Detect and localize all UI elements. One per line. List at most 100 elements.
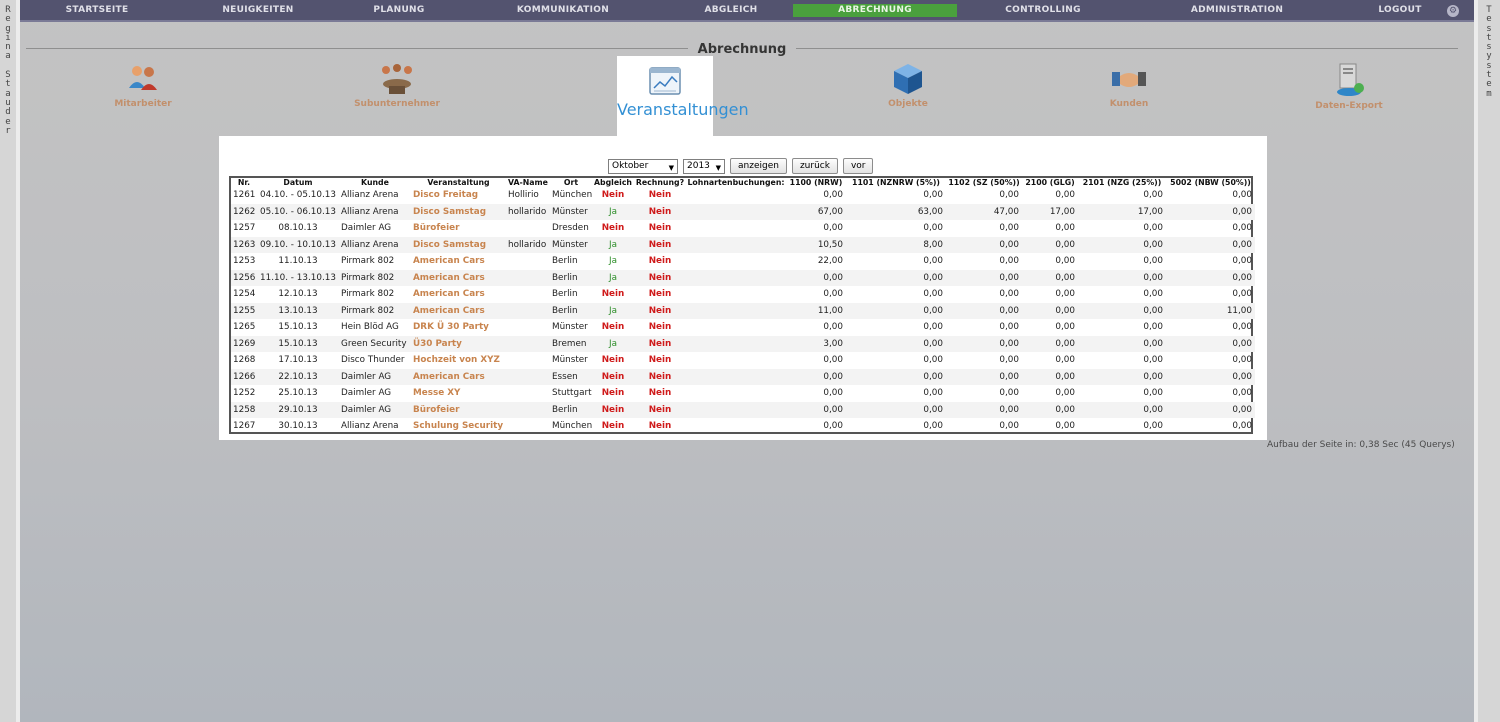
row-invoiced: Nein	[648, 223, 672, 234]
nav-abgleich[interactable]: ABGLEICH	[676, 4, 786, 17]
module-kunden[interactable]: Kunden	[1069, 62, 1189, 109]
module-label: Veranstaltungen	[617, 100, 749, 119]
row-event[interactable]: American Cars	[411, 302, 506, 319]
table-row[interactable]: 1262 05.10. - 06.10.13 Allianz Arena Disco …	[231, 203, 1255, 220]
row-event-name	[506, 368, 550, 385]
row-event-name	[506, 319, 550, 336]
row-customer: Disco Thunder	[341, 355, 405, 366]
table-row[interactable]: 1257 08.10.13 Daimler AG Bürofeier Dresden Ne…	[231, 220, 1255, 237]
row-event[interactable]: Ü30 Party	[411, 335, 506, 352]
row-event[interactable]: Disco Samstag	[411, 236, 506, 253]
column-header: Rechnung?	[635, 178, 685, 187]
row-value-5002: 0,00	[1166, 236, 1255, 253]
title-rule-right	[796, 48, 1458, 49]
settings-icon[interactable]: ⚙	[1447, 5, 1459, 17]
table-row[interactable]: 1269 15.10.13 Green Security Ü30 Party Breme…	[231, 335, 1255, 352]
row-value-1102: 0,00	[999, 223, 1019, 234]
module-mitarbeiter[interactable]: Mitarbeiter	[83, 62, 203, 109]
row-value-1102: 0,00	[999, 355, 1019, 366]
row-value-1100: 22,00	[817, 256, 843, 267]
row-customer: Pirmark 802	[339, 269, 411, 286]
nav-controlling[interactable]: CONTROLLING	[988, 4, 1098, 17]
row-value-2101: 0,00	[1143, 421, 1163, 432]
chevron-down-icon: ▼	[668, 163, 674, 172]
table-row[interactable]: 1263 09.10. - 10.10.13 Allianz Arena Disco …	[231, 236, 1255, 253]
row-event-name	[506, 401, 550, 418]
row-customer: Daimler AG	[339, 368, 411, 385]
back-button[interactable]: zurück	[791, 158, 838, 174]
row-value-1101: 0,00	[923, 190, 943, 201]
table-body: 1261 04.10. - 05.10.13 Allianz Arena Disco …	[231, 187, 1255, 435]
row-date: 11.10. - 13.10.13	[257, 269, 339, 286]
module-daten-export[interactable]: Daten-Export	[1289, 62, 1409, 111]
table-row[interactable]: 1268 17.10.13 Disco Thunder Hochzeit von XY…	[231, 352, 1255, 369]
row-event-name: Hollirio	[508, 190, 539, 201]
column-header: Datum	[283, 178, 313, 187]
row-event[interactable]: Schulung Security	[411, 418, 506, 435]
table-row[interactable]: 1252 25.10.13 Daimler AG Messe XY Stuttgart N…	[231, 385, 1255, 402]
row-invoiced: Nein	[648, 289, 672, 300]
table-row[interactable]: 1254 12.10.13 Pirmark 802 American Cars Berl…	[231, 286, 1255, 303]
row-value-2100: 0,00	[1022, 335, 1078, 352]
table-row[interactable]: 1265 15.10.13 Hein Blöd AG DRK Ü 30 Party Mü…	[231, 319, 1255, 336]
nav-abrechnung[interactable]: ABRECHNUNG	[793, 4, 957, 17]
year-select[interactable]: 2013 ▼	[683, 158, 725, 174]
row-location: Berlin	[550, 269, 592, 286]
row-value-1102: 0,00	[946, 236, 1022, 253]
table-row[interactable]: 1266 22.10.13 Daimler AG American Cars Essen…	[231, 368, 1255, 385]
table-row[interactable]: 1258 29.10.13 Daimler AG Bürofeier Berlin Nei…	[231, 401, 1255, 418]
table-row[interactable]: 1256 11.10. - 13.10.13 Pirmark 802 American…	[231, 269, 1255, 286]
nav-neuigkeiten[interactable]: NEUIGKEITEN	[203, 4, 313, 17]
cube-icon	[894, 64, 922, 94]
row-event[interactable]: American Cars	[411, 269, 506, 286]
month-select[interactable]: Oktober ▼	[608, 158, 678, 174]
table-row[interactable]: 1255 13.10.13 Pirmark 802 American Cars Berl…	[231, 302, 1255, 319]
row-event[interactable]: Messe XY	[411, 385, 506, 402]
module-veranstaltungen[interactable]: Veranstaltungen	[617, 56, 749, 136]
row-invoiced: Nein	[634, 335, 686, 352]
title-rule-left	[26, 48, 688, 49]
row-value-2100: 0,00	[1022, 368, 1078, 385]
nav-kommunikation[interactable]: KOMMUNIKATION	[508, 4, 618, 17]
row-event[interactable]: Disco Freitag	[411, 187, 506, 204]
module-subunternehmer[interactable]: Subunternehmer	[337, 62, 457, 109]
row-value-2100: 0,00	[1022, 236, 1078, 253]
row-value-2101: 0,00	[1143, 190, 1163, 201]
row-date: 09.10. - 10.10.13	[257, 236, 339, 253]
nav-administration[interactable]: ADMINISTRATION	[1182, 4, 1292, 17]
row-reconciled: Nein	[601, 421, 625, 432]
row-value-5002: 0,00	[1166, 269, 1255, 286]
next-button[interactable]: vor	[842, 158, 874, 174]
row-reconciled: Ja	[592, 236, 634, 253]
row-event[interactable]: American Cars	[411, 368, 506, 385]
row-spacer	[686, 236, 786, 253]
nav-startseite[interactable]: STARTSEITE	[42, 4, 152, 17]
table-row[interactable]: 1267 30.10.13 Allianz Arena Schulung Securi…	[231, 418, 1255, 435]
row-value-2101: 0,00	[1078, 368, 1166, 385]
row-spacer	[686, 401, 786, 418]
row-customer: Allianz Arena	[341, 421, 399, 432]
table-row[interactable]: 1253 11.10.13 Pirmark 802 American Cars Berl…	[231, 253, 1255, 270]
row-value-2100: 0,00	[1055, 355, 1075, 366]
row-value-1101: 0,00	[923, 223, 943, 234]
row-value-5002: 0,00	[1166, 368, 1255, 385]
row-event[interactable]: Disco Samstag	[411, 203, 506, 220]
row-value-5002: 0,00	[1232, 388, 1252, 399]
row-event[interactable]: American Cars	[411, 286, 506, 303]
module-objekte[interactable]: Objekte	[848, 62, 968, 109]
row-nr: 1261	[233, 190, 256, 201]
table-row[interactable]: 1261 04.10. - 05.10.13 Allianz Arena Disco …	[231, 187, 1255, 204]
row-event[interactable]: American Cars	[411, 253, 506, 270]
nav-logout[interactable]: LOGOUT	[1364, 4, 1436, 17]
row-event[interactable]: Hochzeit von XYZ	[411, 352, 506, 369]
row-nr: 1257	[233, 223, 256, 234]
row-value-2101: 0,00	[1078, 401, 1166, 418]
user-name-strip: R e g i n a S t a u d e r	[0, 0, 20, 722]
show-button[interactable]: anzeigen	[730, 158, 787, 174]
row-event[interactable]: Bürofeier	[411, 401, 506, 418]
row-event[interactable]: DRK Ü 30 Party	[411, 319, 506, 336]
row-nr: 1254	[233, 289, 256, 300]
nav-planung[interactable]: PLANUNG	[344, 4, 454, 17]
row-event[interactable]: Bürofeier	[411, 220, 506, 237]
row-event-name	[506, 302, 550, 319]
